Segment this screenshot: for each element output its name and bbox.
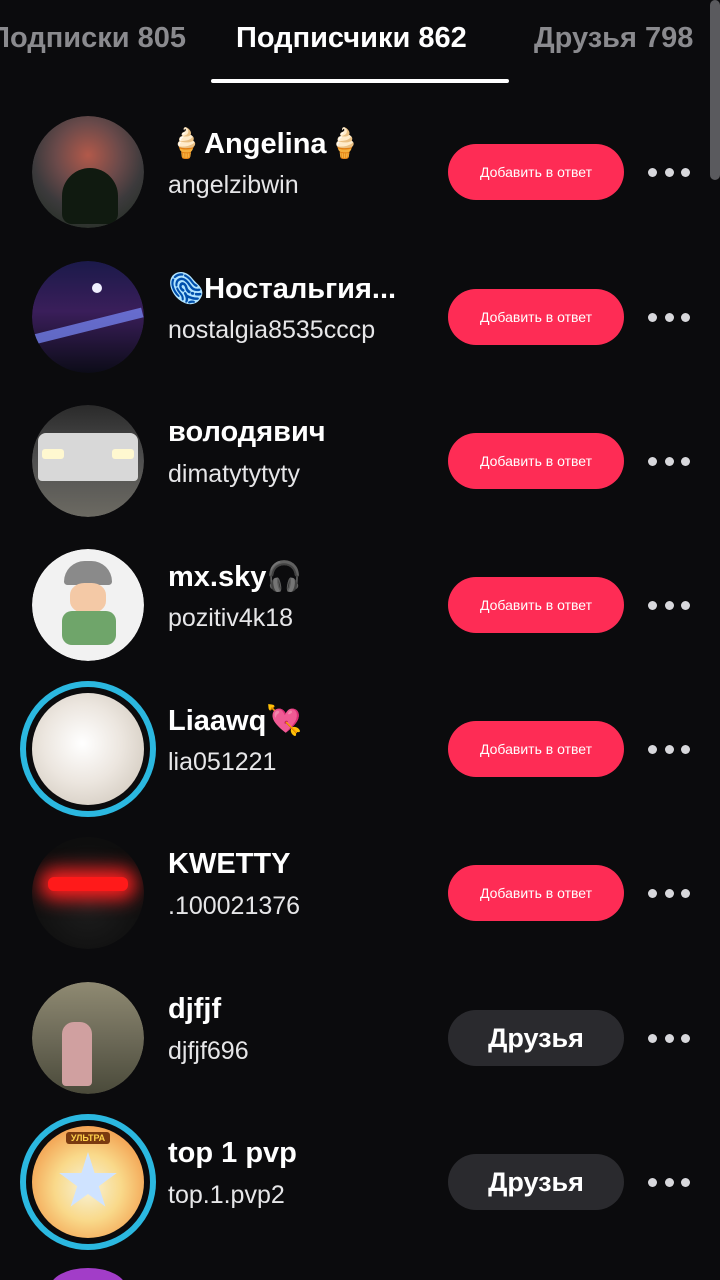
username: angelzibwin: [168, 171, 299, 199]
list-item[interactable]: 🫆Ностальгия... nostalgia8535cccp Добавит…: [0, 252, 720, 382]
avatar-story-ring[interactable]: УЛЬТРА: [20, 1114, 156, 1250]
avatar[interactable]: [32, 837, 144, 949]
display-name: djfjf: [168, 993, 222, 1025]
display-name: KWETTY: [168, 848, 291, 880]
display-name: 🍦Angelina🍦: [168, 128, 363, 160]
display-name: володявич: [168, 416, 326, 448]
more-options-icon[interactable]: [648, 739, 690, 759]
list-item[interactable]: djfjf djfjf696 Друзья: [0, 973, 720, 1103]
list-item[interactable]: KWETTY .100021376 Добавить в ответ: [0, 828, 720, 958]
list-item[interactable]: 🍦Angelina🍦 angelzibwin Добавить в ответ: [0, 107, 720, 237]
tab-followers[interactable]: Подписчики 862: [236, 22, 467, 55]
username: nostalgia8535cccp: [168, 316, 376, 344]
avatar[interactable]: [50, 1268, 126, 1280]
list-item[interactable]: Liaawq💘 lia051221 Добавить в ответ: [0, 681, 720, 817]
tab-following[interactable]: Подписки 805: [0, 22, 186, 55]
avatar[interactable]: [32, 261, 144, 373]
more-options-icon[interactable]: [648, 595, 690, 615]
add-reply-button[interactable]: Добавить в ответ: [448, 144, 624, 200]
username: pozitiv4k18: [168, 604, 294, 632]
more-options-icon[interactable]: [648, 451, 690, 471]
tab-bar: Подписки 805 Подписчики 862 Друзья 798: [0, 0, 720, 90]
username: dimatytytyty: [168, 460, 300, 488]
display-name: mx.sky🎧: [168, 561, 303, 593]
list-item[interactable]: УЛЬТРА top 1 pvp top.1.pvp2 Друзья: [0, 1114, 720, 1250]
add-reply-button[interactable]: Добавить в ответ: [448, 865, 624, 921]
add-reply-button[interactable]: Добавить в ответ: [448, 721, 624, 777]
avatar-story-ring[interactable]: [20, 681, 156, 817]
add-reply-button[interactable]: Добавить в ответ: [448, 289, 624, 345]
friends-button[interactable]: Друзья: [448, 1010, 624, 1066]
avatar-tag: УЛЬТРА: [66, 1132, 110, 1144]
followers-screen: Подписки 805 Подписчики 862 Друзья 798 🍦…: [0, 0, 720, 1280]
friends-button[interactable]: Друзья: [448, 1154, 624, 1210]
add-reply-button[interactable]: Добавить в ответ: [448, 433, 624, 489]
more-options-icon[interactable]: [648, 1028, 690, 1048]
more-options-icon[interactable]: [648, 1172, 690, 1192]
tab-friends[interactable]: Друзья 798: [534, 22, 693, 55]
more-options-icon[interactable]: [648, 883, 690, 903]
list-item[interactable]: mx.sky🎧 pozitiv4k18 Добавить в ответ: [0, 540, 720, 670]
avatar[interactable]: [32, 549, 144, 661]
display-name: 🫆Ностальгия...: [168, 273, 397, 305]
avatar[interactable]: [32, 982, 144, 1094]
active-tab-indicator: [211, 79, 509, 83]
add-reply-button[interactable]: Добавить в ответ: [448, 577, 624, 633]
avatar[interactable]: [32, 116, 144, 228]
username: top.1.pvp2: [168, 1181, 285, 1209]
more-options-icon[interactable]: [648, 162, 690, 182]
username: djfjf696: [168, 1037, 249, 1065]
display-name: Liaawq💘: [168, 705, 303, 737]
more-options-icon[interactable]: [648, 307, 690, 327]
avatar[interactable]: [32, 405, 144, 517]
username: .100021376: [168, 892, 301, 920]
username: lia051221: [168, 748, 277, 776]
display-name: top 1 pvp: [168, 1137, 297, 1169]
list-item[interactable]: володявич dimatytytyty Добавить в ответ: [0, 396, 720, 526]
